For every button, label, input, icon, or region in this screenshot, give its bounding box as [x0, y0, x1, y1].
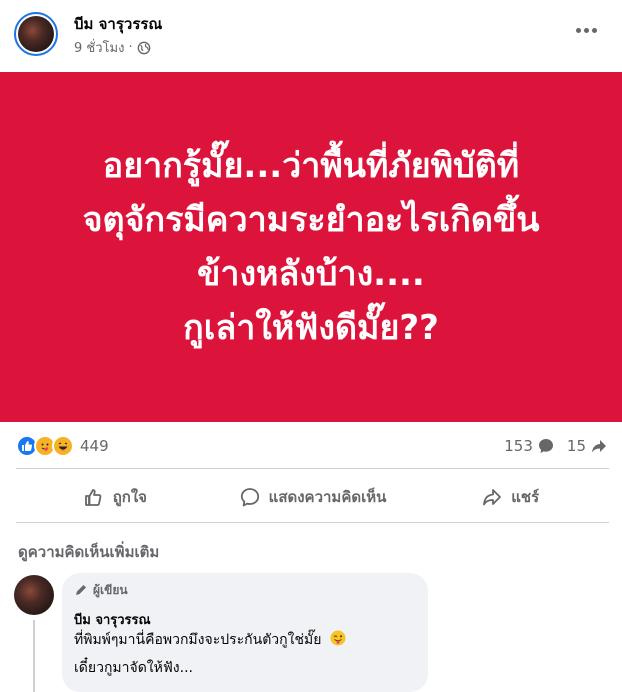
- commenter-avatar[interactable]: [14, 575, 54, 615]
- winking-tongue-emoji: [330, 630, 346, 646]
- comment-icon: [240, 488, 259, 507]
- more-options-icon[interactable]: [572, 18, 600, 42]
- like-label: ถูกใจ: [112, 488, 147, 506]
- post-meta: 9 ชั่วโมง ·: [74, 37, 151, 58]
- comment-text-1: ที่พิมพ์ๆมานี่คือพวกมึงจะประกันตัวกูใช่ม…: [74, 632, 322, 648]
- thumbs-up-icon: [84, 489, 102, 506]
- comment-label: แสดงความคิดเห็น: [268, 488, 387, 506]
- reaction-count: 449: [80, 437, 109, 455]
- share-count-value: 15: [566, 437, 586, 455]
- post-banner: อยากรู้มั๊ย...ว่าพื้นที่ภัยพิบัติที่ จตุ…: [0, 72, 622, 422]
- author-badge-label: ผู้เขียน: [93, 582, 128, 597]
- share-count[interactable]: 15: [567, 437, 608, 455]
- post-time[interactable]: 9 ชั่วโมง: [74, 37, 124, 58]
- reactions-summary[interactable]: 449: [16, 435, 109, 457]
- share-button[interactable]: แชร์: [411, 474, 609, 520]
- comment-text-line: เดี๋ยวกูมาจัดให้ฟัง...: [74, 659, 416, 678]
- banner-line-2: จตุจักรมีความระยำอะไรเกิดขึ้น: [82, 200, 540, 240]
- comment-bubble-icon: [538, 439, 553, 453]
- share-icon: [483, 489, 502, 506]
- author-name[interactable]: บีม จารุวรรณ: [74, 12, 162, 36]
- comment-count[interactable]: 153: [504, 437, 555, 455]
- divider: [16, 522, 609, 523]
- divider: [16, 468, 609, 469]
- share-label: แชร์: [511, 488, 540, 506]
- meta-separator: ·: [128, 40, 133, 55]
- author-badge: ผู้เขียน: [74, 581, 416, 599]
- comment-count-value: 153: [504, 437, 533, 455]
- comment-author-name[interactable]: บีม จารุวรรณ: [74, 609, 416, 630]
- post-actions: ถูกใจ แสดงความคิดเห็น แชร์: [16, 474, 609, 520]
- banner-line-3: ข้างหลังบ้าง....: [197, 254, 425, 294]
- comment-bubble: ผู้เขียน บีม จารุวรรณ ที่พิมพ์ๆมานี่คือพ…: [62, 573, 428, 692]
- comment-text-line: ที่พิมพ์ๆมานี่คือพวกมึงจะประกันตัวกูใช่ม…: [74, 630, 416, 650]
- view-more-comments-link[interactable]: ดูความคิดเห็นเพิ่มเติม: [18, 540, 159, 564]
- banner-line-4: กูเล่าให้ฟังดีมั๊ย??: [183, 308, 439, 348]
- pen-icon: [76, 585, 86, 595]
- comment-text-2: เดี๋ยวกูมาจัดให้ฟัง...: [74, 660, 193, 676]
- post-header: บีม จารุวรรณ 9 ชั่วโมง ·: [0, 0, 622, 70]
- engagement-counts: 153 15: [504, 437, 608, 455]
- like-button[interactable]: ถูกใจ: [16, 474, 214, 520]
- banner-line-1: อยากรู้มั๊ย...ว่าพื้นที่ภัยพิบัติที่: [102, 146, 520, 186]
- reply-thread-line: [33, 620, 35, 692]
- post-stats: 449 153 15: [0, 430, 622, 464]
- share-arrow-icon: [592, 440, 606, 453]
- globe-icon[interactable]: [137, 41, 151, 55]
- author-avatar[interactable]: [14, 12, 58, 56]
- haha-icon: [52, 435, 74, 457]
- comment-button[interactable]: แสดงความคิดเห็น: [214, 474, 412, 520]
